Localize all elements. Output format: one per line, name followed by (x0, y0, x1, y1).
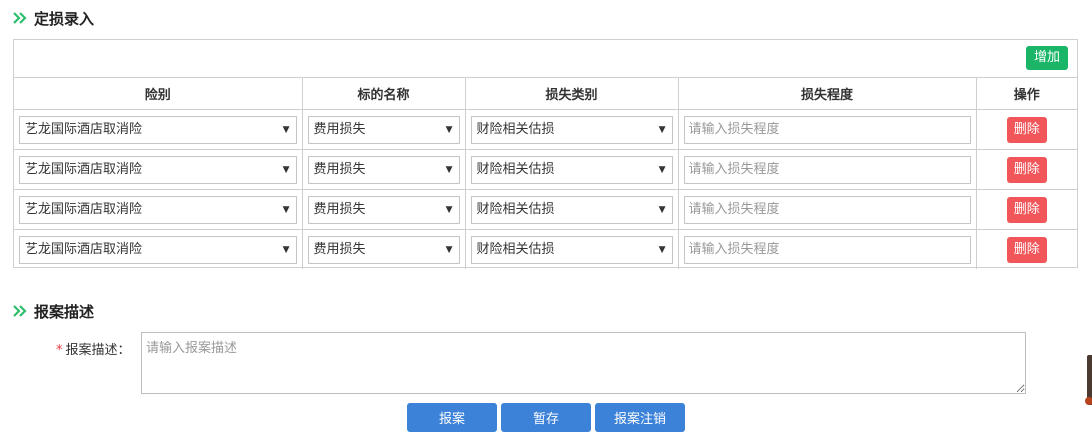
insurance-type-select[interactable]: 艺龙国际酒店取消险 ▼ (19, 155, 297, 184)
report-description-label-text: 报案描述： (65, 343, 131, 358)
insurance-type-value: 艺龙国际酒店取消险 (25, 161, 143, 177)
dropdown-arrow-icon: ▼ (658, 164, 666, 175)
double-chevron-right-icon (13, 12, 27, 24)
insurance-type-value: 艺龙国际酒店取消险 (25, 121, 143, 137)
column-header-loss-degree: 损失程度 (677, 77, 977, 110)
dropdown-arrow-icon: ▼ (658, 244, 666, 255)
subject-name-value: 费用损失 (313, 121, 366, 137)
dropdown-arrow-icon: ▼ (658, 124, 666, 135)
dropdown-arrow-icon: ▼ (445, 164, 453, 175)
dropdown-arrow-icon: ▼ (282, 164, 290, 175)
loss-category-select[interactable]: 财险相关估损 ▼ (470, 235, 673, 264)
table-row: 艺龙国际酒店取消险 ▼ 费用损失 ▼ 财险相关估损 ▼ 删除 (14, 189, 1077, 230)
insurance-type-select[interactable]: 艺龙国际酒店取消险 ▼ (19, 195, 297, 224)
subject-name-select[interactable]: 费用损失 ▼ (307, 235, 460, 264)
insurance-type-select[interactable]: 艺龙国际酒店取消险 ▼ (19, 235, 297, 264)
report-description-label: * 报案描述： (56, 339, 131, 358)
double-chevron-right-icon (13, 305, 27, 317)
loss-degree-input[interactable] (683, 195, 971, 224)
edge-handle-dot-icon (1085, 397, 1092, 405)
loss-category-select[interactable]: 财险相关估损 ▼ (470, 115, 673, 144)
subject-name-value: 费用损失 (313, 161, 366, 177)
loss-category-value: 财险相关估损 (476, 241, 555, 257)
insurance-type-value: 艺龙国际酒店取消险 (25, 241, 143, 257)
loss-degree-input[interactable] (683, 235, 971, 264)
loss-category-value: 财险相关估损 (476, 121, 555, 137)
dropdown-arrow-icon: ▼ (282, 244, 290, 255)
loss-degree-input[interactable] (683, 155, 971, 184)
table-row: 艺龙国际酒店取消险 ▼ 费用损失 ▼ 财险相关估损 ▼ 删除 (14, 149, 1077, 190)
delete-row-button[interactable]: 删除 (1006, 116, 1047, 143)
dropdown-arrow-icon: ▼ (445, 124, 453, 135)
loss-section-header: 定损录入 (12, 8, 94, 28)
dropdown-arrow-icon: ▼ (445, 204, 453, 215)
subject-name-select[interactable]: 费用损失 ▼ (307, 155, 460, 184)
dropdown-arrow-icon: ▼ (282, 204, 290, 215)
save-draft-button[interactable]: 暂存 (501, 403, 591, 432)
report-description-textarea[interactable] (141, 332, 1026, 394)
loss-section-title: 定损录入 (34, 9, 95, 28)
dropdown-arrow-icon: ▼ (445, 244, 453, 255)
table-row: 艺龙国际酒店取消险 ▼ 费用损失 ▼ 财险相关估损 ▼ 删除 (14, 109, 1077, 150)
subject-name-value: 费用损失 (313, 241, 366, 257)
loss-degree-input[interactable] (683, 115, 971, 144)
loss-category-select[interactable]: 财险相关估损 ▼ (470, 195, 673, 224)
loss-entry-grid: 增加 险别 标的名称 损失类别 损失程度 操作 艺龙国际酒店取消险 ▼ 费用损失 ▼… (13, 39, 1078, 269)
column-header-insurance-type: 险别 (14, 77, 303, 110)
subject-name-select[interactable]: 费用损失 ▼ (307, 115, 460, 144)
add-row-button[interactable]: 增加 (1025, 46, 1068, 70)
table-header-row: 险别 标的名称 损失类别 损失程度 操作 (14, 77, 1077, 110)
report-button[interactable]: 报案 (407, 403, 497, 432)
dropdown-arrow-icon: ▼ (282, 124, 290, 135)
report-section-header: 报案描述 (12, 301, 94, 321)
loss-category-select[interactable]: 财险相关估损 ▼ (470, 155, 673, 184)
required-marker: * (56, 343, 63, 358)
report-section-title: 报案描述 (34, 302, 95, 321)
dropdown-arrow-icon: ▼ (658, 204, 666, 215)
column-header-loss-category: 损失类别 (464, 77, 679, 110)
insurance-type-select[interactable]: 艺龙国际酒店取消险 ▼ (19, 115, 297, 144)
column-header-subject-name: 标的名称 (301, 77, 466, 110)
loss-category-value: 财险相关估损 (476, 161, 555, 177)
delete-row-button[interactable]: 删除 (1006, 236, 1047, 263)
loss-category-value: 财险相关估损 (476, 201, 555, 217)
loss-table: 险别 标的名称 损失类别 损失程度 操作 艺龙国际酒店取消险 ▼ 费用损失 ▼ 财险… (14, 77, 1077, 269)
column-header-actions: 操作 (975, 77, 1077, 110)
delete-row-button[interactable]: 删除 (1006, 156, 1047, 183)
insurance-type-value: 艺龙国际酒店取消险 (25, 201, 143, 217)
grid-toolbar: 增加 (14, 40, 1077, 78)
table-row: 艺龙国际酒店取消险 ▼ 费用损失 ▼ 财险相关估损 ▼ 删除 (14, 229, 1077, 269)
subject-name-select[interactable]: 费用损失 ▼ (307, 195, 460, 224)
subject-name-value: 费用损失 (313, 201, 366, 217)
delete-row-button[interactable]: 删除 (1006, 196, 1047, 223)
cancel-report-button[interactable]: 报案注销 (595, 403, 685, 432)
